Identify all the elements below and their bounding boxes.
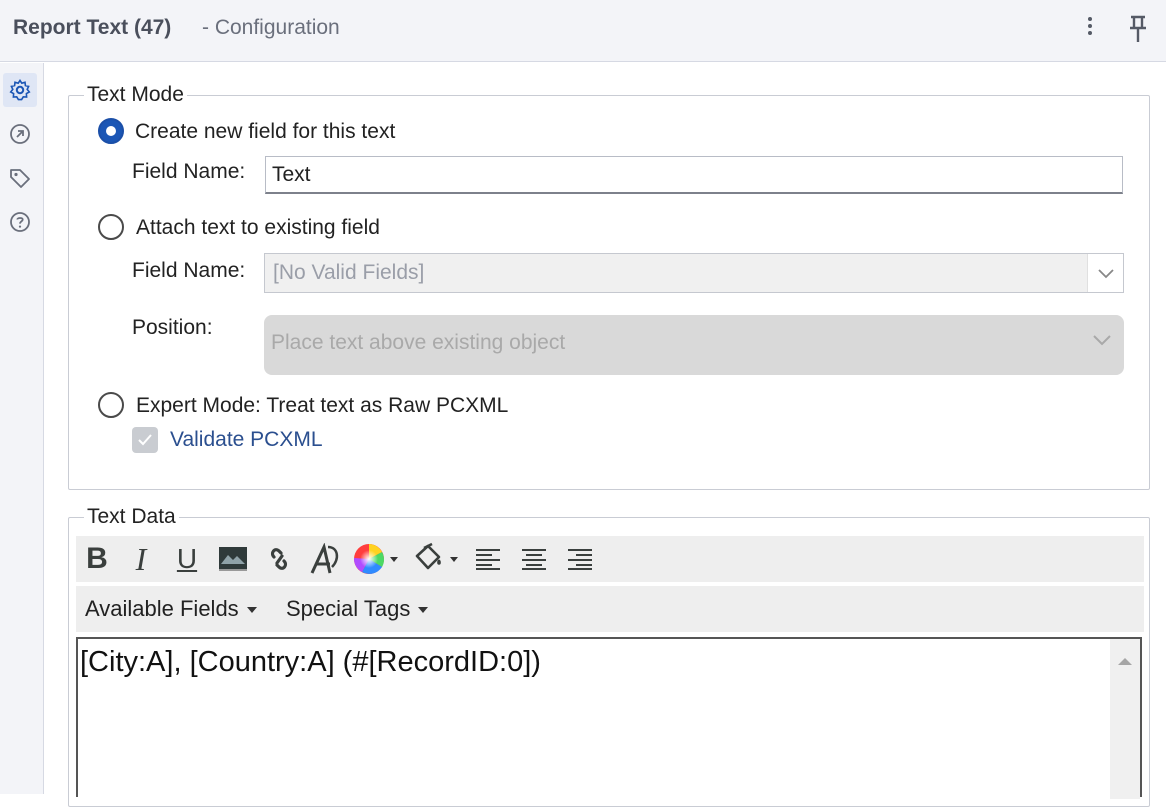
validate-pcxml-checkbox[interactable] <box>132 427 158 453</box>
special-tags-label: Special Tags <box>286 596 411 621</box>
special-tags-dropdown[interactable]: Special Tags <box>286 596 429 622</box>
position-label: Position: <box>132 316 213 339</box>
pin-icon[interactable] <box>1126 14 1150 44</box>
side-rail <box>0 63 44 794</box>
more-options-icon[interactable] <box>1080 14 1100 42</box>
validate-pcxml-label: Validate PCXML <box>170 428 323 451</box>
font-icon[interactable] <box>308 542 342 576</box>
expert-mode-radio[interactable] <box>98 392 124 418</box>
attach-field-value: [No Valid Fields] <box>273 261 425 284</box>
navigate-icon[interactable] <box>3 117 37 151</box>
available-fields-dropdown[interactable]: Available Fields <box>85 596 257 622</box>
underline-icon[interactable]: U <box>172 542 202 576</box>
italic-icon[interactable]: I <box>126 541 156 577</box>
create-new-field-radio[interactable] <box>98 118 124 144</box>
align-center-icon[interactable] <box>520 542 548 576</box>
create-new-field-label: Create new field for this text <box>135 120 396 143</box>
fill-color-icon[interactable] <box>412 542 460 576</box>
bold-icon[interactable]: B <box>82 542 112 576</box>
tool-title: Report Text (47) <box>13 16 172 39</box>
align-left-icon[interactable] <box>474 542 502 576</box>
attach-text-label: Attach text to existing field <box>136 216 380 239</box>
text-mode-legend: Text Mode <box>84 83 187 107</box>
editor-content[interactable]: [City:A], [Country:A] (#[RecordID:0]) <box>80 646 541 679</box>
caret-down-icon <box>246 607 257 614</box>
attach-field-select[interactable]: [No Valid Fields] <box>264 253 1124 293</box>
image-icon[interactable] <box>216 542 250 576</box>
field-name-input[interactable] <box>265 156 1123 194</box>
position-value: Place text above existing object <box>271 331 566 354</box>
fields-toolbar: Available Fields Special Tags <box>76 586 1144 632</box>
available-fields-label: Available Fields <box>85 596 239 621</box>
tag-icon[interactable] <box>3 161 37 195</box>
link-icon[interactable] <box>262 542 296 576</box>
attach-text-radio[interactable] <box>98 214 124 240</box>
caret-down-icon <box>418 607 429 614</box>
position-select[interactable]: Place text above existing object <box>264 315 1124 375</box>
scroll-up-icon[interactable] <box>1110 649 1140 673</box>
expert-mode-label: Expert Mode: Treat text as Raw PCXML <box>136 394 509 417</box>
editor-scrollbar[interactable] <box>1110 639 1140 799</box>
text-editor[interactable]: [City:A], [Country:A] (#[RecordID:0]) <box>76 637 1142 799</box>
color-picker-icon[interactable] <box>352 542 400 576</box>
help-icon[interactable] <box>3 205 37 239</box>
chevron-down-icon <box>1092 333 1112 352</box>
align-right-icon[interactable] <box>566 542 594 576</box>
attach-field-name-label: Field Name: <box>132 259 246 282</box>
text-data-legend: Text Data <box>84 505 179 529</box>
config-header: Report Text (47) - Configuration <box>0 0 1166 62</box>
chevron-down-icon <box>1087 254 1123 292</box>
field-name-label: Field Name: <box>132 160 246 183</box>
panel-subtitle: - Configuration <box>202 16 340 39</box>
gear-icon[interactable] <box>3 73 37 107</box>
formatting-toolbar: B I U <box>76 536 1144 582</box>
